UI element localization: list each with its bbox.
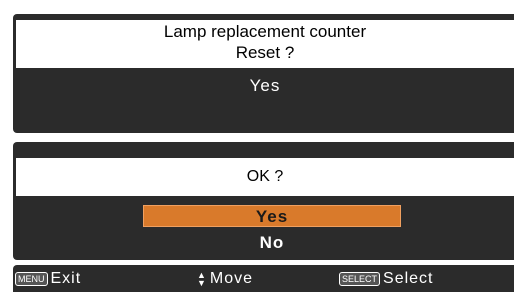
dialog-question: Reset ? [235,43,295,62]
select-label: Select [383,270,434,287]
menu-key-icon: MENU [15,272,48,286]
select-key-icon: SELECT [339,272,381,286]
confirm-no-option[interactable]: No [143,231,401,255]
move-hint: ▲ ▼ Move [197,269,253,289]
confirm-yes-option[interactable]: Yes [143,205,401,227]
confirm-question: OK ? [16,158,514,196]
reset-yes-option[interactable]: Yes [16,74,514,98]
exit-label: Exit [50,270,82,287]
exit-hint[interactable]: MENU Exit [15,269,81,289]
footer-hint-bar: MENU Exit ▲ ▼ Move SELECT Select [13,265,514,292]
dialog-title: Lamp replacement counter [163,22,367,41]
move-label: Move [209,270,254,287]
up-down-arrow-icon: ▲ ▼ [197,270,206,288]
select-hint[interactable]: SELECT Select [339,269,433,289]
reset-dialog-message: Lamp replacement counter Reset ? [16,20,514,68]
